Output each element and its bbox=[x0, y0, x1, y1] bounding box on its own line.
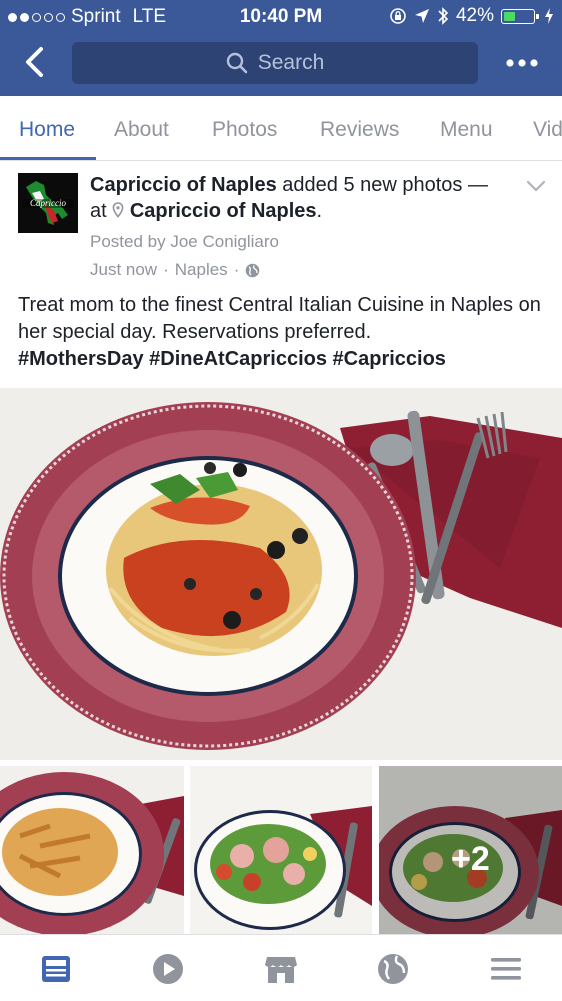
location-link[interactable]: Capriccio of Naples bbox=[130, 200, 317, 222]
tab-home[interactable]: Home bbox=[19, 118, 75, 142]
back-arrow-icon[interactable] bbox=[16, 42, 56, 82]
posted-by: Posted by Joe Conigliaro bbox=[90, 232, 280, 251]
tab-about[interactable]: About bbox=[114, 118, 169, 142]
bluetooth-icon bbox=[438, 7, 449, 25]
page-name-link[interactable]: Capriccio of Naples bbox=[90, 174, 277, 196]
main-photo-spaghetti[interactable] bbox=[0, 388, 562, 760]
more-options-icon[interactable] bbox=[500, 50, 544, 76]
antipasto-salad-image bbox=[190, 766, 372, 934]
status-bar: Sprint LTE 10:40 PM 42% bbox=[0, 0, 562, 32]
tab-photos[interactable]: Photos bbox=[212, 118, 277, 142]
marketplace-icon[interactable] bbox=[263, 951, 299, 987]
tab-reviews[interactable]: Reviews bbox=[320, 118, 399, 142]
more-photos-count[interactable]: +2 bbox=[451, 840, 490, 879]
post-headline: Capriccio of Naples added 5 new photos —… bbox=[90, 174, 488, 222]
photo-thumbnail-3[interactable]: +2 bbox=[379, 766, 562, 934]
page-tabs: Home About Photos Reviews Menu Vid bbox=[0, 96, 562, 161]
globe-notifications-icon[interactable] bbox=[375, 951, 411, 987]
battery-icon bbox=[501, 8, 539, 24]
location-pin-icon bbox=[112, 202, 124, 218]
status-right: 42% bbox=[389, 5, 554, 27]
active-tab-indicator bbox=[0, 157, 96, 160]
spaghetti-plate-image bbox=[0, 388, 562, 760]
svg-text:Capriccio: Capriccio bbox=[30, 198, 66, 208]
location-arrow-icon bbox=[414, 9, 429, 23]
post-timestamp[interactable]: Just now bbox=[90, 260, 157, 280]
app-header: Sprint LTE 10:40 PM 42% Search bbox=[0, 0, 562, 96]
tab-menu[interactable]: Menu bbox=[440, 118, 493, 142]
news-feed-icon[interactable] bbox=[38, 951, 74, 987]
search-input[interactable]: Search bbox=[72, 42, 478, 84]
post-hashtags[interactable]: #MothersDay #DineAtCapriccios #Capriccio… bbox=[18, 348, 446, 370]
post-action: added 5 new photos bbox=[282, 174, 463, 196]
public-globe-icon bbox=[246, 263, 260, 277]
post-message: Treat mom to the finest Central Italian … bbox=[18, 294, 541, 343]
chevron-down-icon[interactable] bbox=[525, 178, 547, 194]
search-icon bbox=[226, 52, 248, 74]
rotation-lock-icon bbox=[390, 8, 406, 24]
charging-bolt-icon bbox=[545, 8, 553, 24]
photo-thumbnail-2[interactable] bbox=[190, 766, 372, 934]
post-meta: Just now · Naples · bbox=[90, 260, 260, 280]
post-body: Treat mom to the finest Central Italian … bbox=[18, 292, 548, 373]
penne-plate-image bbox=[0, 766, 184, 934]
capriccio-logo: Capriccio bbox=[18, 173, 78, 233]
battery-percent: 42% bbox=[455, 5, 494, 26]
tab-videos[interactable]: Vid bbox=[533, 118, 562, 142]
bottom-tab-bar bbox=[0, 934, 562, 1001]
menu-icon[interactable] bbox=[488, 951, 524, 987]
photo-thumbnail-1[interactable] bbox=[0, 766, 184, 934]
post-place[interactable]: Naples bbox=[175, 260, 228, 280]
video-play-icon[interactable] bbox=[150, 951, 186, 987]
search-placeholder: Search bbox=[257, 51, 325, 74]
page-avatar[interactable]: Capriccio bbox=[18, 173, 78, 233]
